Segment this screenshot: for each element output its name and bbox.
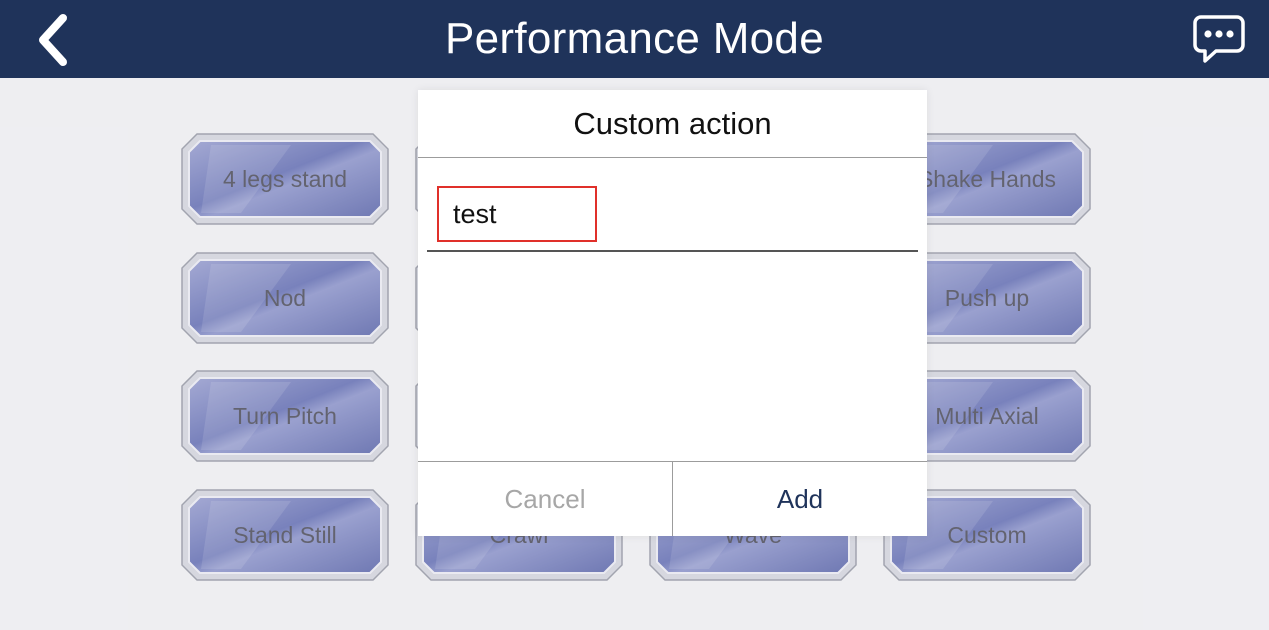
add-button[interactable]: Add	[673, 462, 927, 536]
header-bar: Performance Mode	[0, 0, 1269, 78]
chat-button[interactable]	[1192, 12, 1246, 66]
page-title: Performance Mode	[445, 14, 824, 63]
custom-action-dialog: Custom action Cancel Add	[418, 90, 927, 536]
dialog-title: Custom action	[418, 90, 927, 158]
chat-bubble-icon	[1193, 15, 1245, 63]
chevron-left-icon	[39, 14, 67, 66]
back-button[interactable]	[30, 12, 76, 68]
action-name-input[interactable]	[441, 188, 901, 240]
performance-mode-screen: 4 legs stand Shake Hands Nod Push up Tur…	[0, 0, 1269, 630]
action-name-field-wrapper	[427, 184, 918, 252]
cancel-button[interactable]: Cancel	[418, 462, 673, 536]
dialog-button-row: Cancel Add	[418, 461, 927, 536]
